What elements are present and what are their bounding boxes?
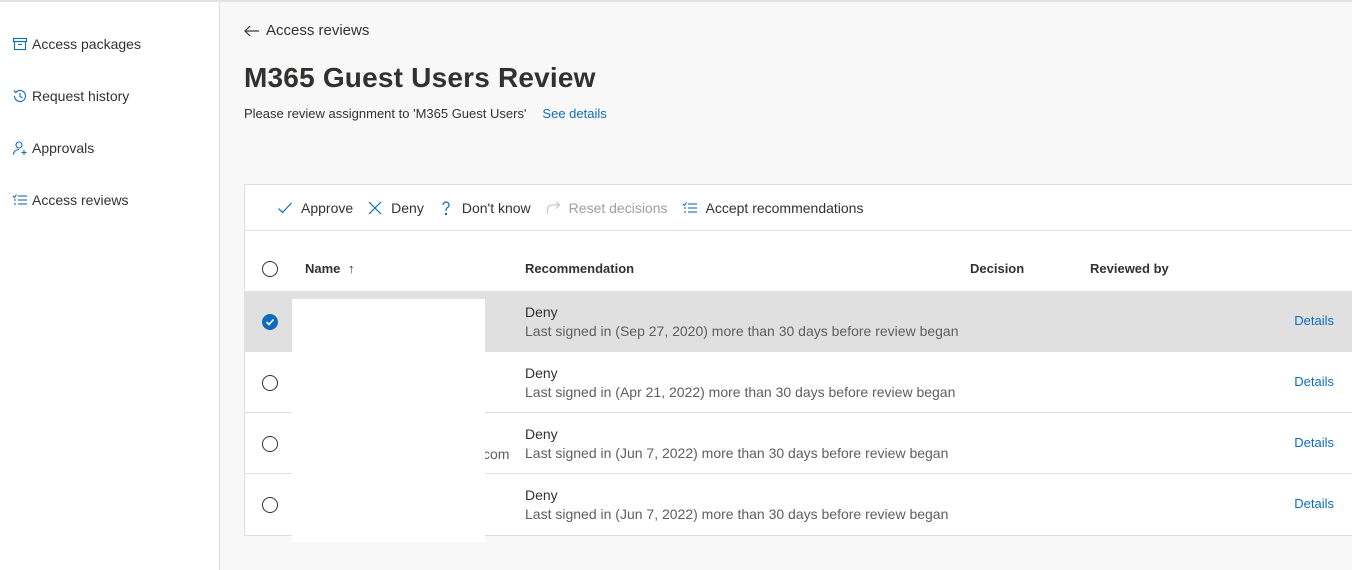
redaction-overlay [292, 299, 485, 542]
see-details-link[interactable]: See details [542, 106, 606, 121]
approve-label: Approve [301, 199, 354, 216]
column-header-recommendation[interactable]: Recommendation [525, 261, 634, 276]
recommendation-reason: Last signed in (Apr 21, 2022) more than … [525, 384, 956, 400]
checklist-icon [12, 194, 27, 205]
package-icon [12, 37, 28, 51]
accept-recommendations-label: Accept recommendations [705, 199, 864, 216]
recommendation-value: Deny [525, 304, 558, 320]
checkmark-icon [265, 318, 275, 326]
history-icon [13, 89, 27, 102]
close-icon [368, 201, 382, 214]
recommendation-value: Deny [525, 487, 558, 503]
command-bar: Approve Deny Don't know Reset decisions … [245, 185, 1352, 231]
sidebar-item-access-packages[interactable]: Access packages [12, 34, 141, 54]
checkmark-icon [278, 202, 292, 213]
reset-decisions-button[interactable]: Reset decisions [545, 200, 668, 216]
sidebar-item-label: Access reviews [32, 192, 129, 208]
column-header-name[interactable]: Name ↑ [305, 261, 355, 276]
row-select-radio[interactable] [262, 436, 278, 452]
back-link[interactable]: Access reviews [244, 22, 369, 39]
checklist-icon [682, 201, 697, 213]
sidebar-item-approvals[interactable]: Approvals [12, 138, 94, 158]
sidebar-item-label: Access packages [32, 36, 141, 52]
dont-know-button[interactable]: Don't know [438, 200, 531, 216]
recommendation-reason: Last signed in (Jun 7, 2022) more than 3… [525, 445, 949, 461]
sidebar-item-label: Request history [32, 88, 130, 104]
sidebar: Access packages Request history Approval… [0, 2, 220, 570]
dont-know-label: Don't know [461, 199, 531, 216]
page-title: M365 Guest Users Review [244, 62, 596, 93]
subtitle-text: Please review assignment to 'M365 Guest … [244, 106, 527, 121]
reset-icon [546, 200, 561, 214]
deny-button[interactable]: Deny [367, 200, 424, 216]
details-link[interactable]: Details [1294, 374, 1334, 389]
row-select-radio[interactable] [262, 314, 278, 330]
approve-button[interactable]: Approve [277, 200, 353, 216]
deny-label: Deny [391, 199, 424, 216]
row-select-radio[interactable] [262, 497, 278, 513]
sidebar-item-request-history[interactable]: Request history [12, 86, 129, 106]
recommendation-value: Deny [525, 426, 558, 442]
recommendation-reason: Last signed in (Jun 7, 2022) more than 3… [525, 506, 949, 522]
page-subtitle: Please review assignment to 'M365 Guest … [244, 106, 607, 121]
back-link-label: Access reviews [266, 22, 370, 39]
sidebar-item-label: Approvals [32, 140, 95, 156]
person-add-icon [12, 141, 27, 155]
sort-ascending-icon: ↑ [348, 261, 355, 276]
row-select-radio[interactable] [262, 375, 278, 391]
reset-decisions-label: Reset decisions [568, 199, 668, 216]
select-all-radio[interactable] [262, 261, 278, 277]
sidebar-item-access-reviews[interactable]: Access reviews [12, 190, 128, 210]
column-header-decision[interactable]: Decision [970, 261, 1024, 276]
recommendation-value: Deny [525, 365, 558, 381]
column-name-label: Name [305, 261, 341, 276]
details-link[interactable]: Details [1294, 435, 1334, 450]
question-icon [442, 200, 450, 215]
details-link[interactable]: Details [1294, 496, 1334, 511]
user-name: com [483, 446, 510, 462]
recommendation-reason: Last signed in (Sep 27, 2020) more than … [525, 323, 959, 339]
details-link[interactable]: Details [1294, 313, 1334, 328]
arrow-left-icon [244, 25, 259, 36]
accept-recommendations-button[interactable]: Accept recommendations [682, 199, 864, 216]
column-header-reviewed-by[interactable]: Reviewed by [1090, 261, 1169, 276]
